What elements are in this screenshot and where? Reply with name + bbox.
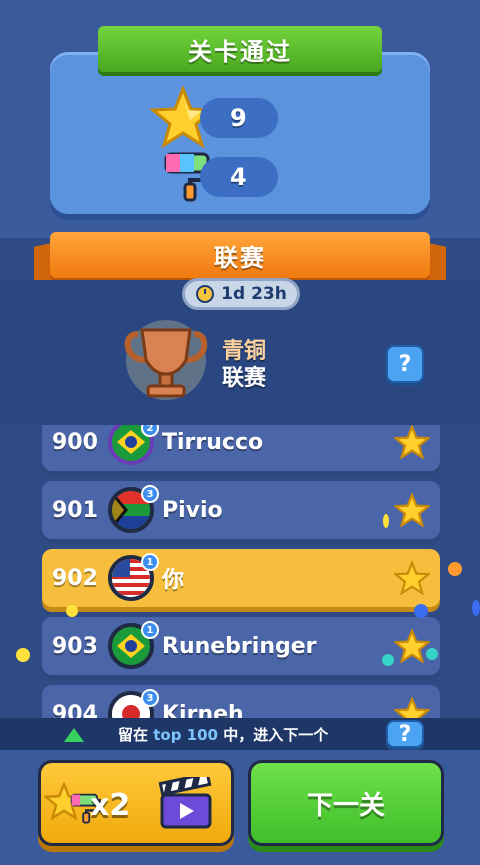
stars-reward-count: 9 (200, 98, 278, 138)
level-complete-banner: 关卡通过 (98, 26, 382, 72)
star-icon (394, 629, 430, 663)
leaderboard-row: 904 Kirneh (42, 685, 440, 720)
level-badge: 1 (141, 621, 159, 639)
leaderboard-row-current-player: 902 你 (42, 549, 440, 607)
rank-number: 901 (52, 497, 98, 523)
confetti (426, 648, 438, 660)
level-complete-title: 关卡通过 (188, 37, 292, 66)
confetti (382, 654, 394, 666)
leaderboard-row: 900 Tirrucco (42, 425, 440, 471)
next-level-button[interactable]: 下一关 (248, 760, 444, 846)
level-badge: 1 (141, 553, 159, 571)
star-icon (394, 493, 430, 527)
rank-number: 903 (52, 633, 98, 659)
league-title: 联赛 (214, 243, 266, 272)
leaderboard-list[interactable]: 900 Tirrucco 2 901 Pivio 3 902 你 1 903 R… (0, 425, 480, 720)
level-badge: 3 (141, 689, 159, 707)
player-name: Runebringer (162, 633, 317, 659)
tip-help-button[interactable]: ? (386, 720, 424, 748)
level-badge: 3 (141, 485, 159, 503)
league-help-button[interactable]: ? (386, 345, 424, 383)
star-icon (394, 561, 430, 595)
player-name: Pivio (162, 497, 223, 523)
confetti (448, 562, 462, 576)
multiplier-label: x2 (90, 788, 131, 823)
star-icon (394, 697, 430, 720)
league-banner: 联赛 (50, 232, 430, 278)
confetti (414, 604, 428, 618)
league-name: 青铜 联赛 (222, 339, 267, 391)
roller-reward-count: 4 (200, 157, 278, 197)
player-name: Tirrucco (162, 429, 264, 455)
rank-number: 902 (52, 565, 98, 591)
up-arrow-icon (64, 728, 84, 742)
leaderboard-row: 903 Runebringer (42, 617, 440, 675)
clock-icon (196, 285, 215, 303)
confetti (16, 648, 30, 662)
leaderboard-row: 901 Pivio (42, 481, 440, 539)
player-name: 你 (162, 568, 185, 593)
trophy-icon (124, 320, 208, 400)
clapperboard-icon (158, 777, 212, 829)
confetti (66, 605, 78, 617)
star-icon (394, 425, 430, 459)
league-timer: 1d 23h (182, 278, 300, 310)
rank-number: 900 (52, 429, 98, 455)
promotion-tip-text: 留在 top 100 中，进入下一个 (118, 726, 329, 744)
confetti (472, 600, 480, 616)
confetti (383, 514, 389, 528)
